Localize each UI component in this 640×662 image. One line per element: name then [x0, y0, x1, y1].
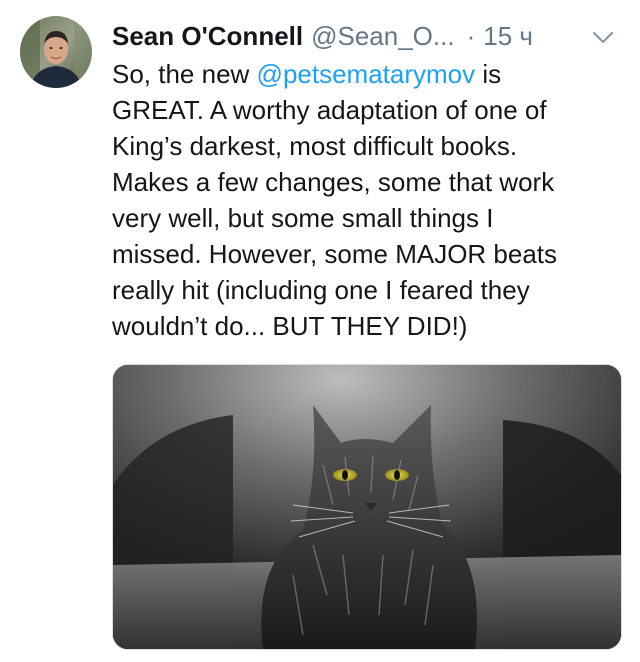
mention-link[interactable]: @petsematarymov	[257, 59, 476, 89]
avatar[interactable]	[20, 16, 92, 88]
tweet-text-line: missed. However, some MAJOR beats	[112, 239, 558, 269]
author-handle[interactable]: @Sean_O...	[311, 21, 454, 52]
timestamp[interactable]: 15 ч	[483, 21, 533, 52]
tweet-text-line: really hit (including one I feared they	[112, 275, 530, 305]
tweet-text: So, the new @petsematarymov is GREAT. A …	[112, 56, 624, 344]
tweet-text-segment: So, the new	[112, 59, 257, 89]
tweet-text-segment: is	[475, 59, 502, 89]
tweet-text-line: King’s darkest, most difficult books.	[112, 131, 518, 161]
tweet-media-image[interactable]	[112, 364, 622, 650]
tweet-text-line: very well, but some small things I	[112, 203, 494, 233]
chevron-down-icon[interactable]	[590, 24, 616, 50]
cat-photo	[113, 365, 621, 649]
author-name[interactable]: Sean O'Connell	[112, 21, 303, 52]
tweet-text-line: Makes a few changes, some that work	[112, 167, 555, 197]
tweet-text-line: wouldn’t do... BUT THEY DID!)	[112, 311, 468, 341]
tweet-text-line: So, the new @petsematarymov is	[112, 56, 624, 92]
tweet-header: Sean O'Connell @Sean_O... · 15 ч	[112, 18, 620, 54]
tweet: Sean O'Connell @Sean_O... · 15 ч So, the…	[0, 0, 640, 662]
separator-dot: ·	[466, 20, 476, 51]
tweet-text-line: GREAT. A worthy adaptation of one of	[112, 95, 547, 125]
avatar-photo	[20, 16, 92, 88]
